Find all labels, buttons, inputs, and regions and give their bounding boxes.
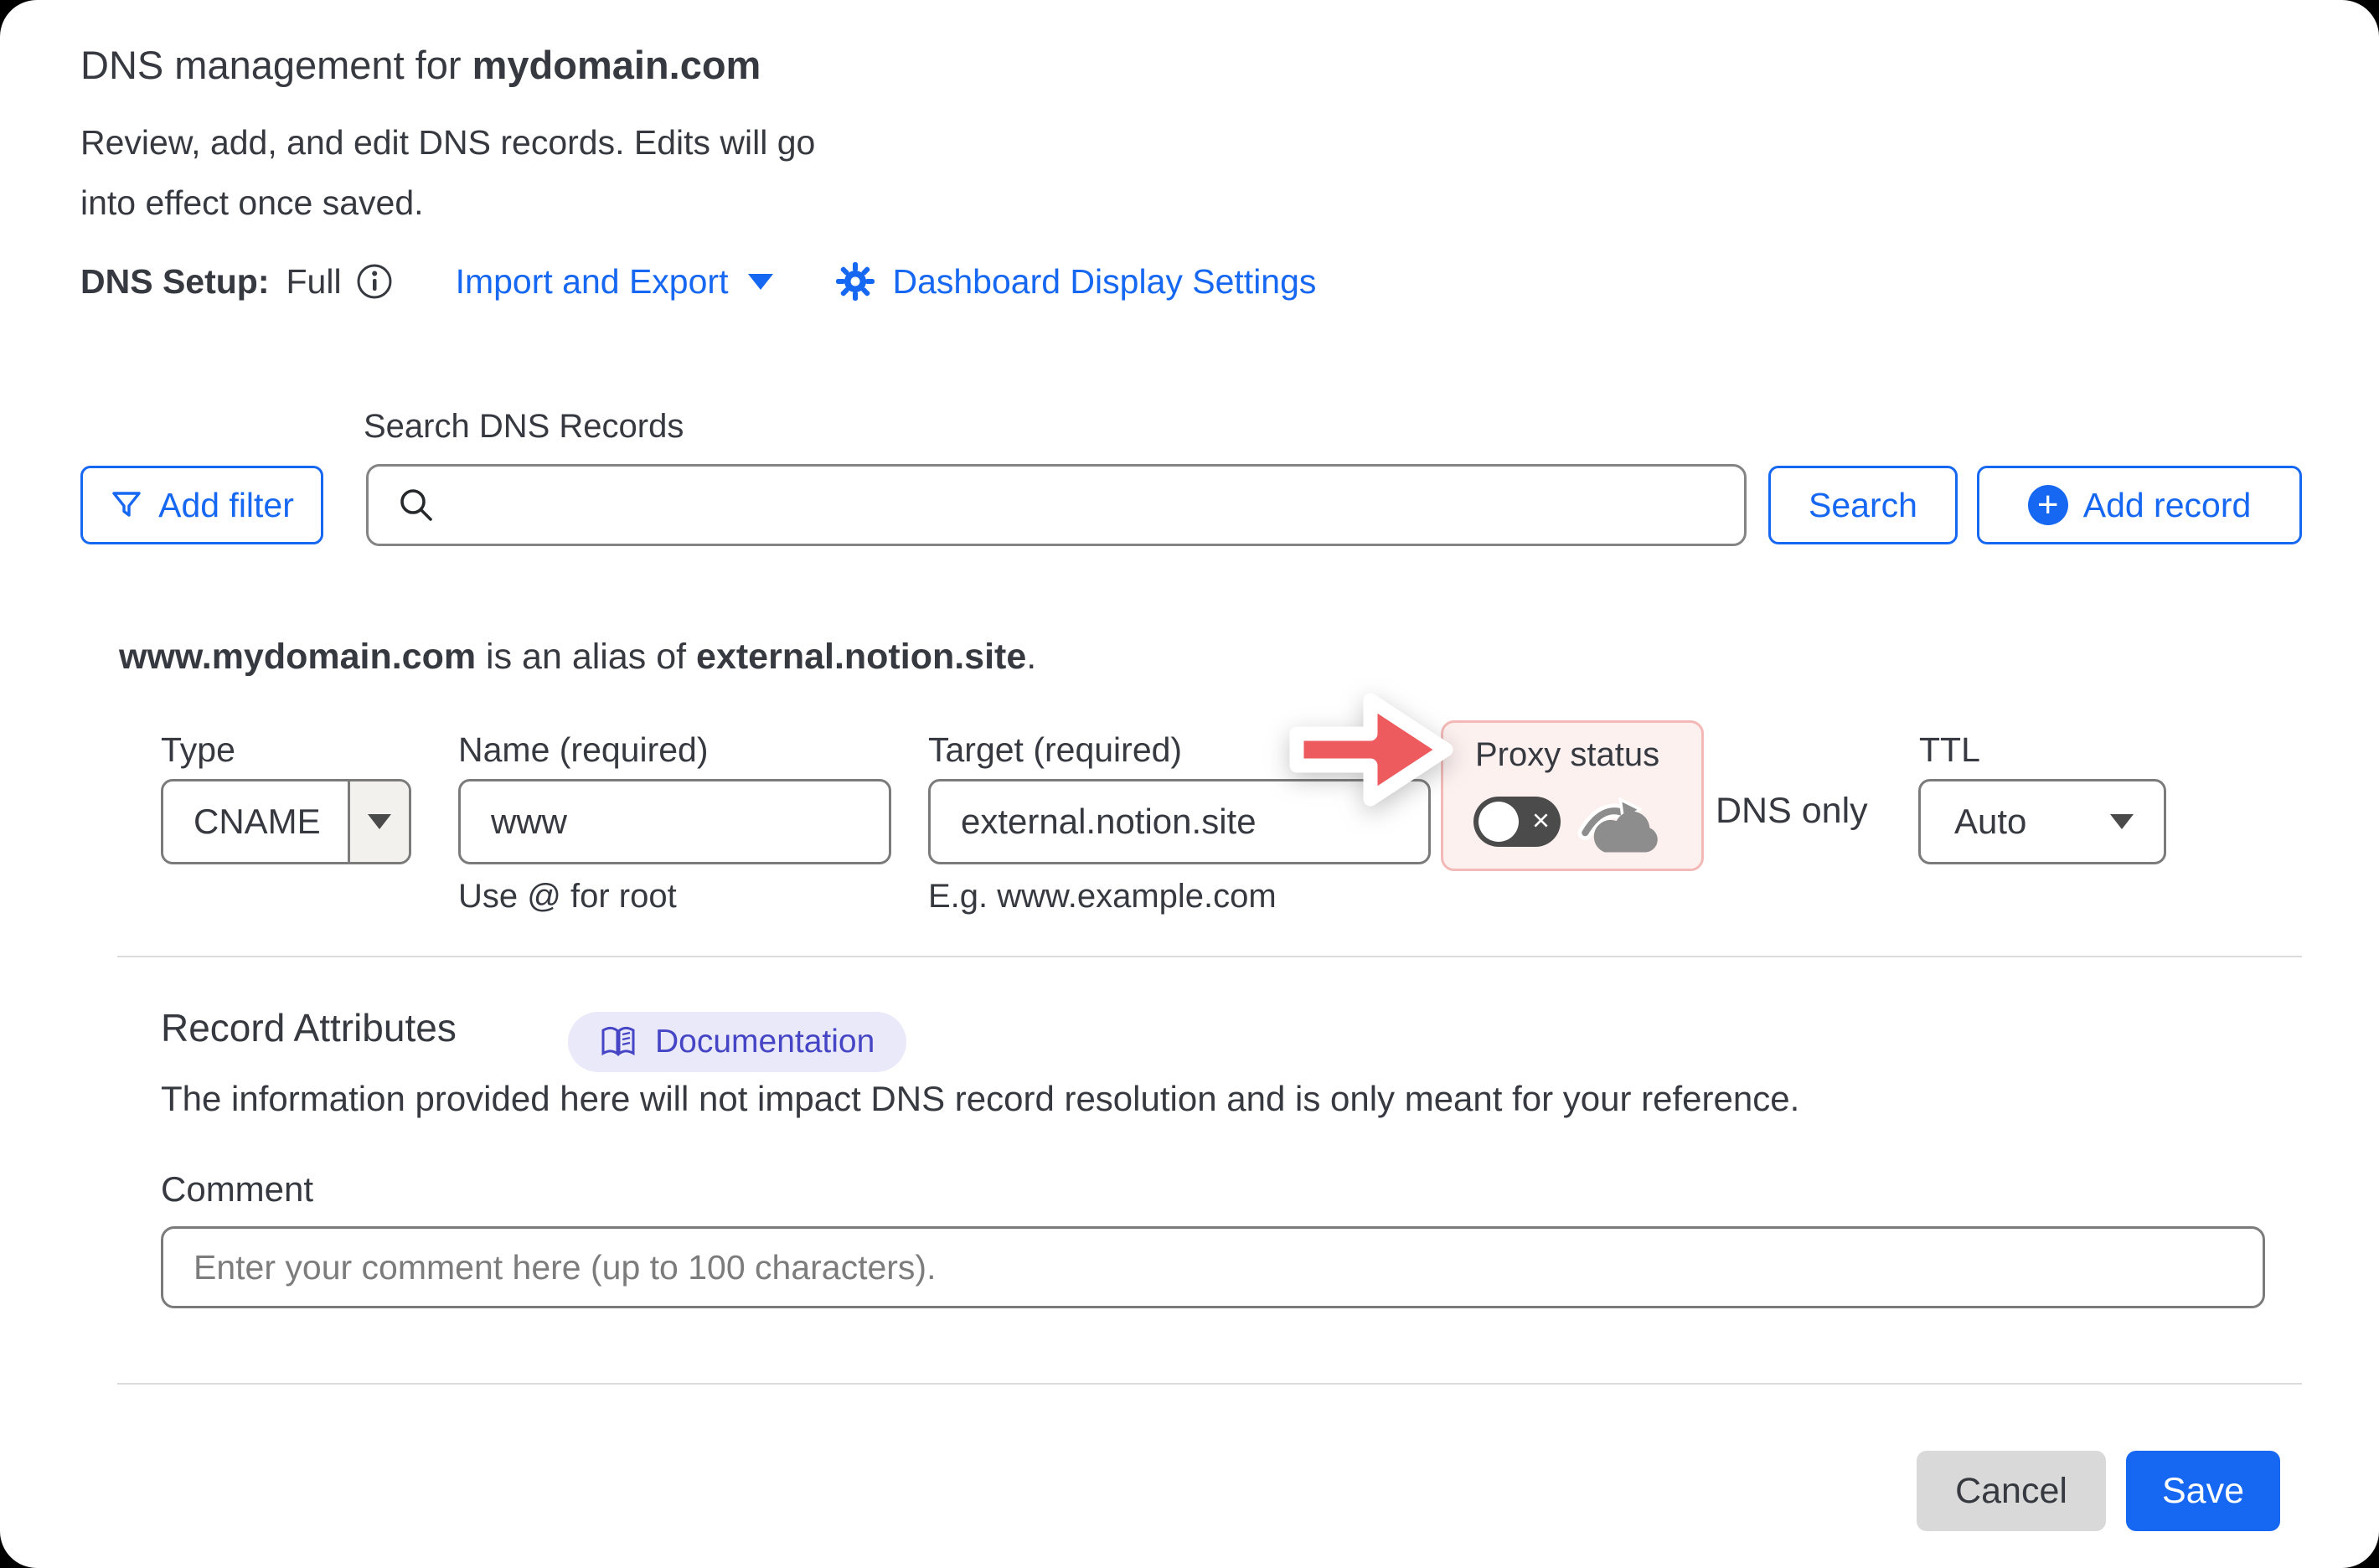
- toggle-knob: [1478, 802, 1519, 842]
- alias-source-domain: www.mydomain.com: [119, 637, 476, 677]
- type-label: Type: [161, 730, 235, 770]
- import-export-label: Import and Export: [456, 262, 729, 302]
- search-magnifier-icon: [397, 486, 436, 524]
- ttl-select-value: Auto: [1954, 802, 2026, 842]
- chevron-down-icon: [368, 814, 391, 829]
- dashboard-display-settings-link[interactable]: Dashboard Display Settings: [835, 261, 1316, 302]
- target-label: Target (required): [928, 730, 1182, 770]
- divider: [117, 1383, 2302, 1385]
- red-callout-arrow-icon: [1285, 682, 1464, 822]
- subtitle-line-2: into effect once saved.: [80, 173, 815, 233]
- plus-circle-icon: +: [2028, 485, 2068, 525]
- name-field[interactable]: www: [458, 779, 891, 864]
- page-title: DNS management for mydomain.com: [80, 42, 761, 88]
- dashboard-display-settings-label: Dashboard Display Settings: [892, 262, 1316, 302]
- divider: [117, 956, 2302, 957]
- page-title-prefix: DNS management for: [80, 43, 472, 87]
- page-title-domain: mydomain.com: [472, 43, 761, 87]
- alias-middle-text: is an alias of: [476, 637, 696, 677]
- dns-setup-label: DNS Setup:: [80, 262, 270, 302]
- chevron-down-icon: [748, 274, 773, 290]
- name-label: Name (required): [458, 730, 709, 770]
- target-field-value: external.notion.site: [961, 802, 1257, 842]
- alias-sentence: www.mydomain.com is an alias of external…: [119, 637, 1036, 678]
- comment-label: Comment: [161, 1169, 313, 1210]
- comment-input[interactable]: [161, 1226, 2265, 1308]
- record-attributes-description: The information provided here will not i…: [161, 1079, 1799, 1119]
- plus-glyph: +: [2037, 487, 2059, 524]
- open-book-icon: [600, 1025, 637, 1059]
- dns-setup-row: DNS Setup: Full Import and Export: [80, 261, 1316, 302]
- ttl-select[interactable]: Auto: [1918, 779, 2166, 864]
- proxy-status-text: DNS only: [1716, 791, 1868, 832]
- ttl-label: TTL: [1919, 730, 1980, 770]
- add-record-button[interactable]: + Add record: [1977, 466, 2302, 544]
- type-select-arrow-box[interactable]: [348, 781, 409, 862]
- search-button[interactable]: Search: [1768, 466, 1958, 544]
- gear-icon: [835, 261, 875, 302]
- add-record-label: Add record: [2083, 486, 2252, 525]
- record-attributes-heading: Record Attributes: [161, 1005, 457, 1050]
- proxy-status-panel: Proxy status ×: [1441, 720, 1704, 871]
- chevron-down-icon: [2110, 814, 2134, 829]
- target-hint: E.g. www.example.com: [928, 878, 1277, 916]
- dns-management-panel: DNS management for mydomain.com Review, …: [0, 0, 2379, 1568]
- name-hint: Use @ for root: [458, 878, 677, 916]
- filter-funnel-icon: [110, 488, 143, 522]
- alias-period: .: [1026, 637, 1036, 677]
- save-button[interactable]: Save: [2126, 1451, 2280, 1531]
- dns-setup-value: Full: [286, 262, 342, 302]
- toggle-off-x-glyph: ×: [1532, 806, 1550, 836]
- add-filter-label: Add filter: [158, 486, 294, 525]
- proxy-toggle[interactable]: ×: [1473, 797, 1561, 847]
- search-dns-records-label: Search DNS Records: [364, 408, 684, 446]
- documentation-badge-label: Documentation: [655, 1024, 875, 1060]
- page-subtitle: Review, add, and edit DNS records. Edits…: [80, 112, 815, 233]
- type-select-value: CNAME: [163, 802, 348, 842]
- dns-only-cloud-icon: [1577, 781, 1671, 863]
- add-filter-button[interactable]: Add filter: [80, 466, 323, 544]
- alias-target-domain: external.notion.site: [696, 637, 1026, 677]
- cancel-button[interactable]: Cancel: [1917, 1451, 2106, 1531]
- search-input[interactable]: [366, 464, 1747, 546]
- name-field-value: www: [491, 802, 567, 842]
- proxy-status-label: Proxy status: [1475, 736, 1659, 774]
- documentation-badge[interactable]: Documentation: [568, 1012, 906, 1072]
- type-select[interactable]: CNAME: [161, 779, 411, 864]
- import-export-link[interactable]: Import and Export: [456, 262, 774, 302]
- info-icon[interactable]: [355, 262, 394, 301]
- subtitle-line-1: Review, add, and edit DNS records. Edits…: [80, 112, 815, 173]
